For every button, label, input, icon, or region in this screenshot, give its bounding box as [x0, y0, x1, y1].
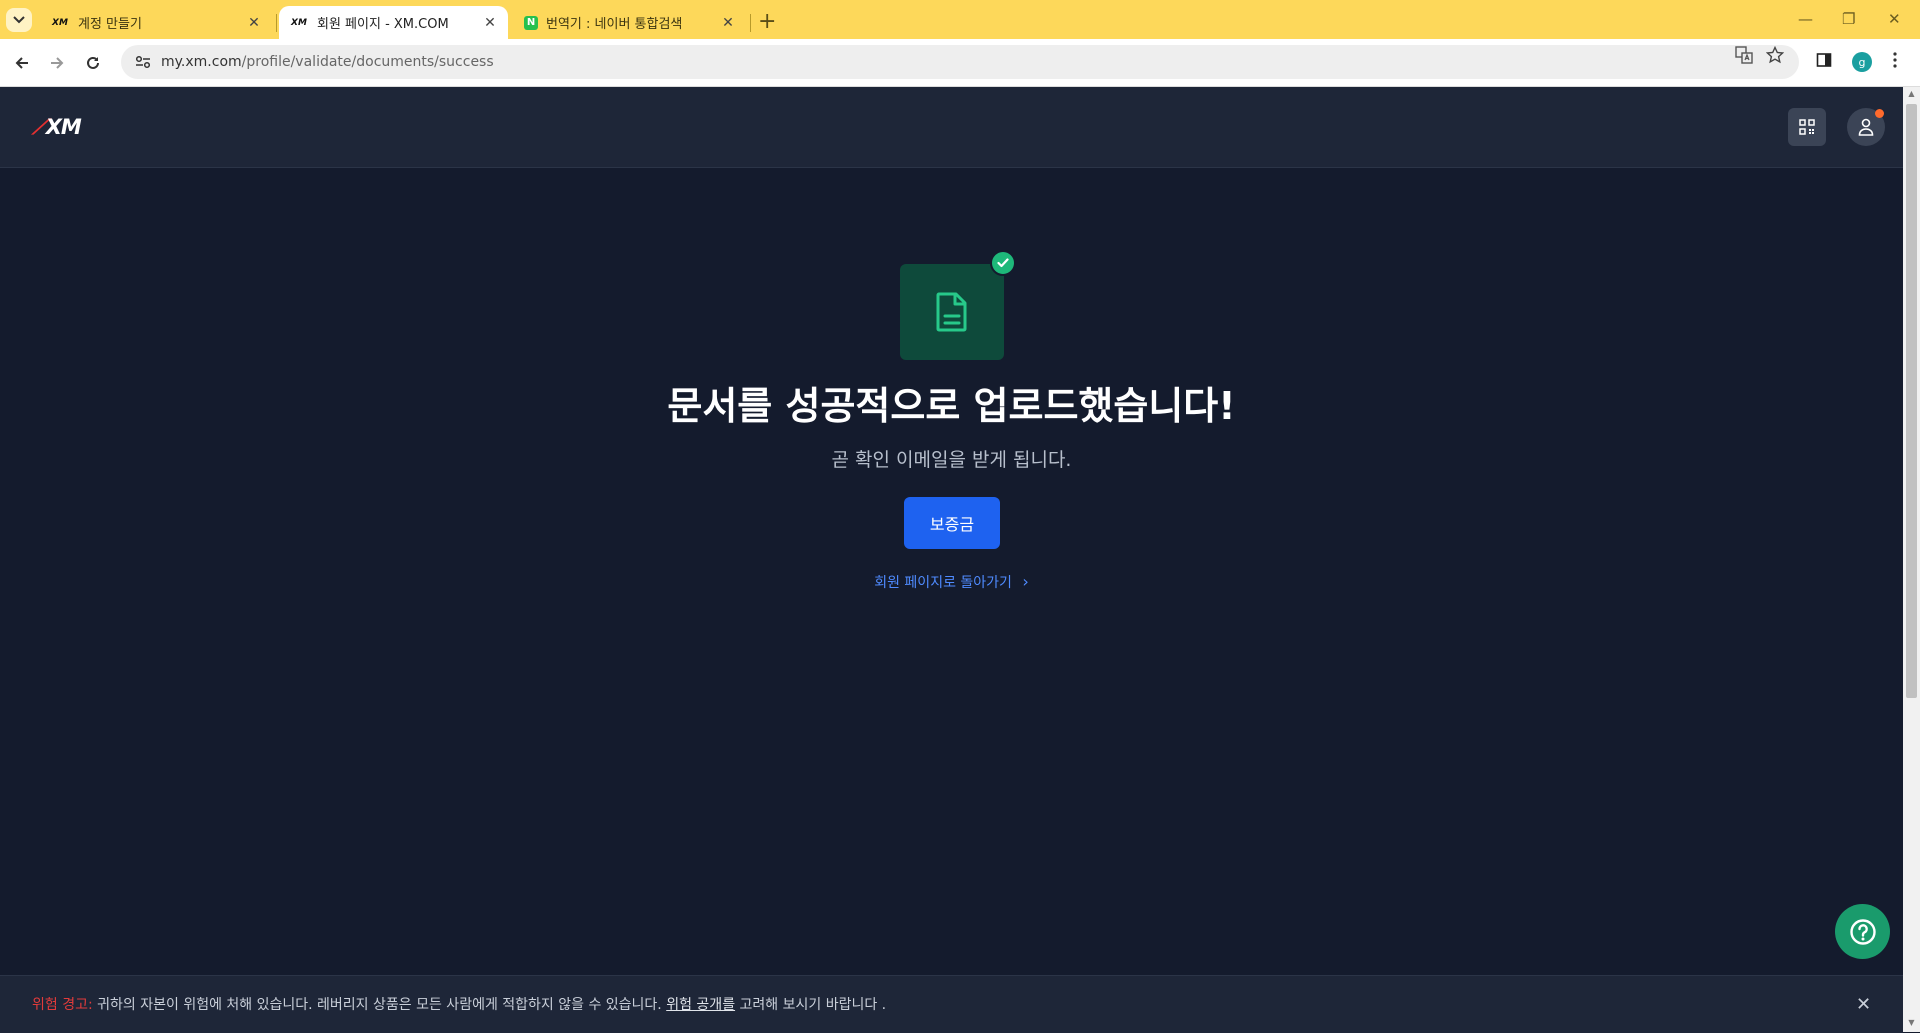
xm-logo-icon: XM [291, 17, 307, 28]
browser-menu-icon[interactable] [1893, 52, 1897, 72]
address-bar[interactable]: my.xm.com/profile/validate/documents/suc… [121, 45, 1799, 79]
chevron-right-icon: › [1022, 572, 1029, 591]
side-panel-icon[interactable] [1816, 52, 1832, 72]
forward-button[interactable] [45, 51, 69, 75]
window-close-icon[interactable]: ✕ [1888, 10, 1901, 28]
tab-member-page[interactable]: XM 회원 페이지 - XM.COM ✕ [279, 6, 508, 39]
user-icon [1858, 118, 1874, 136]
url-text: my.xm.com/profile/validate/documents/suc… [161, 54, 494, 70]
arrow-left-icon [15, 57, 28, 69]
restore-icon[interactable]: ❐ [1842, 10, 1855, 28]
qr-code-button[interactable] [1788, 108, 1826, 146]
xm-logo-text: XM [45, 115, 82, 139]
tab-title: 회원 페이지 - XM.COM [317, 17, 449, 32]
deposit-button[interactable]: 보증금 [904, 497, 1000, 549]
close-icon[interactable]: ✕ [720, 15, 736, 31]
risk-warning-tail: 고려해 보시기 바랍니다 . [735, 997, 887, 1013]
risk-warning-bar: 위험 경고: 귀하의 자본이 위험에 처해 있습니다. 레버리지 상품은 모든 … [0, 975, 1903, 1033]
browser-toolbar: my.xm.com/profile/validate/documents/suc… [0, 39, 1920, 87]
back-to-member-page-link[interactable]: 회원 페이지로 돌아가기 › [0, 572, 1903, 592]
browser-profile-avatar[interactable]: g [1852, 52, 1872, 72]
reload-icon [87, 56, 99, 69]
help-question-icon [1849, 918, 1876, 945]
risk-warning-body: 귀하의 자본이 위험에 처해 있습니다. 레버리지 상품은 모든 사람에게 적합… [92, 997, 667, 1013]
page-title: 문서를 성공적으로 업로드했습니다! [667, 384, 1236, 428]
browser-tab-strip: XM 계정 만들기 ✕ XM 회원 페이지 - XM.COM ✕ N 번역기 :… [0, 0, 1920, 39]
tab-separator [276, 14, 277, 32]
back-button[interactable] [10, 51, 34, 75]
close-icon[interactable]: ✕ [1856, 994, 1871, 1015]
xm-logo-mark: ⟋ [32, 115, 47, 139]
notification-dot [1875, 109, 1884, 118]
tab-naver-translator[interactable]: N 번역기 : 네이버 통합검색 ✕ [514, 6, 746, 39]
scroll-down-arrow-icon[interactable]: ▼ [1906, 1018, 1917, 1030]
risk-warning-text: 위험 경고: 귀하의 자본이 위험에 처해 있습니다. 레버리지 상품은 모든 … [32, 994, 886, 1014]
reload-button[interactable] [81, 51, 105, 75]
url-path: /profile/validate/documents/success [241, 54, 494, 70]
scrollbar-thumb[interactable] [1906, 104, 1917, 698]
help-button[interactable] [1835, 904, 1890, 959]
page-subtitle: 곧 확인 이메일을 받게 됩니다. [831, 449, 1072, 471]
risk-disclosure-link[interactable]: 위험 공개를 [666, 997, 735, 1013]
xm-logo[interactable]: ⟋XM [32, 115, 82, 140]
tab-search-button[interactable] [6, 8, 32, 32]
risk-warning-label: 위험 경고: [32, 997, 93, 1013]
scroll-up-arrow-icon[interactable]: ▲ [1906, 89, 1917, 101]
tab-title: 계정 만들기 [78, 17, 142, 32]
page-content: ⟋XM 문서를 성공적으로 업로드했습니다! 곧 확인 이메일을 받게 됩니다.… [0, 87, 1903, 1033]
new-tab-button[interactable]: + [758, 9, 776, 34]
site-header: ⟋XM [0, 87, 1903, 168]
back-link-label: 회원 페이지로 돌아가기 [874, 575, 1012, 591]
bookmark-star-icon[interactable] [1765, 45, 1785, 68]
naver-icon: N [524, 15, 538, 30]
site-settings-icon[interactable] [129, 55, 157, 69]
document-tile [900, 264, 1004, 360]
success-check-icon [990, 250, 1016, 276]
qr-code-icon [1799, 119, 1815, 135]
tab-separator [750, 14, 751, 32]
arrow-right-icon [51, 57, 64, 69]
tab-title: 번역기 : 네이버 통합검색 [546, 17, 683, 32]
close-icon[interactable]: ✕ [482, 15, 498, 31]
close-icon[interactable]: ✕ [246, 15, 262, 31]
translate-icon[interactable] [1735, 46, 1753, 68]
url-host: my.xm.com [161, 54, 242, 70]
minimize-icon[interactable]: — [1798, 10, 1813, 28]
xm-logo-icon: XM [52, 17, 68, 28]
tab-create-account[interactable]: XM 계정 만들기 ✕ [40, 6, 272, 39]
chevron-down-icon [13, 16, 25, 24]
document-icon [936, 292, 967, 332]
